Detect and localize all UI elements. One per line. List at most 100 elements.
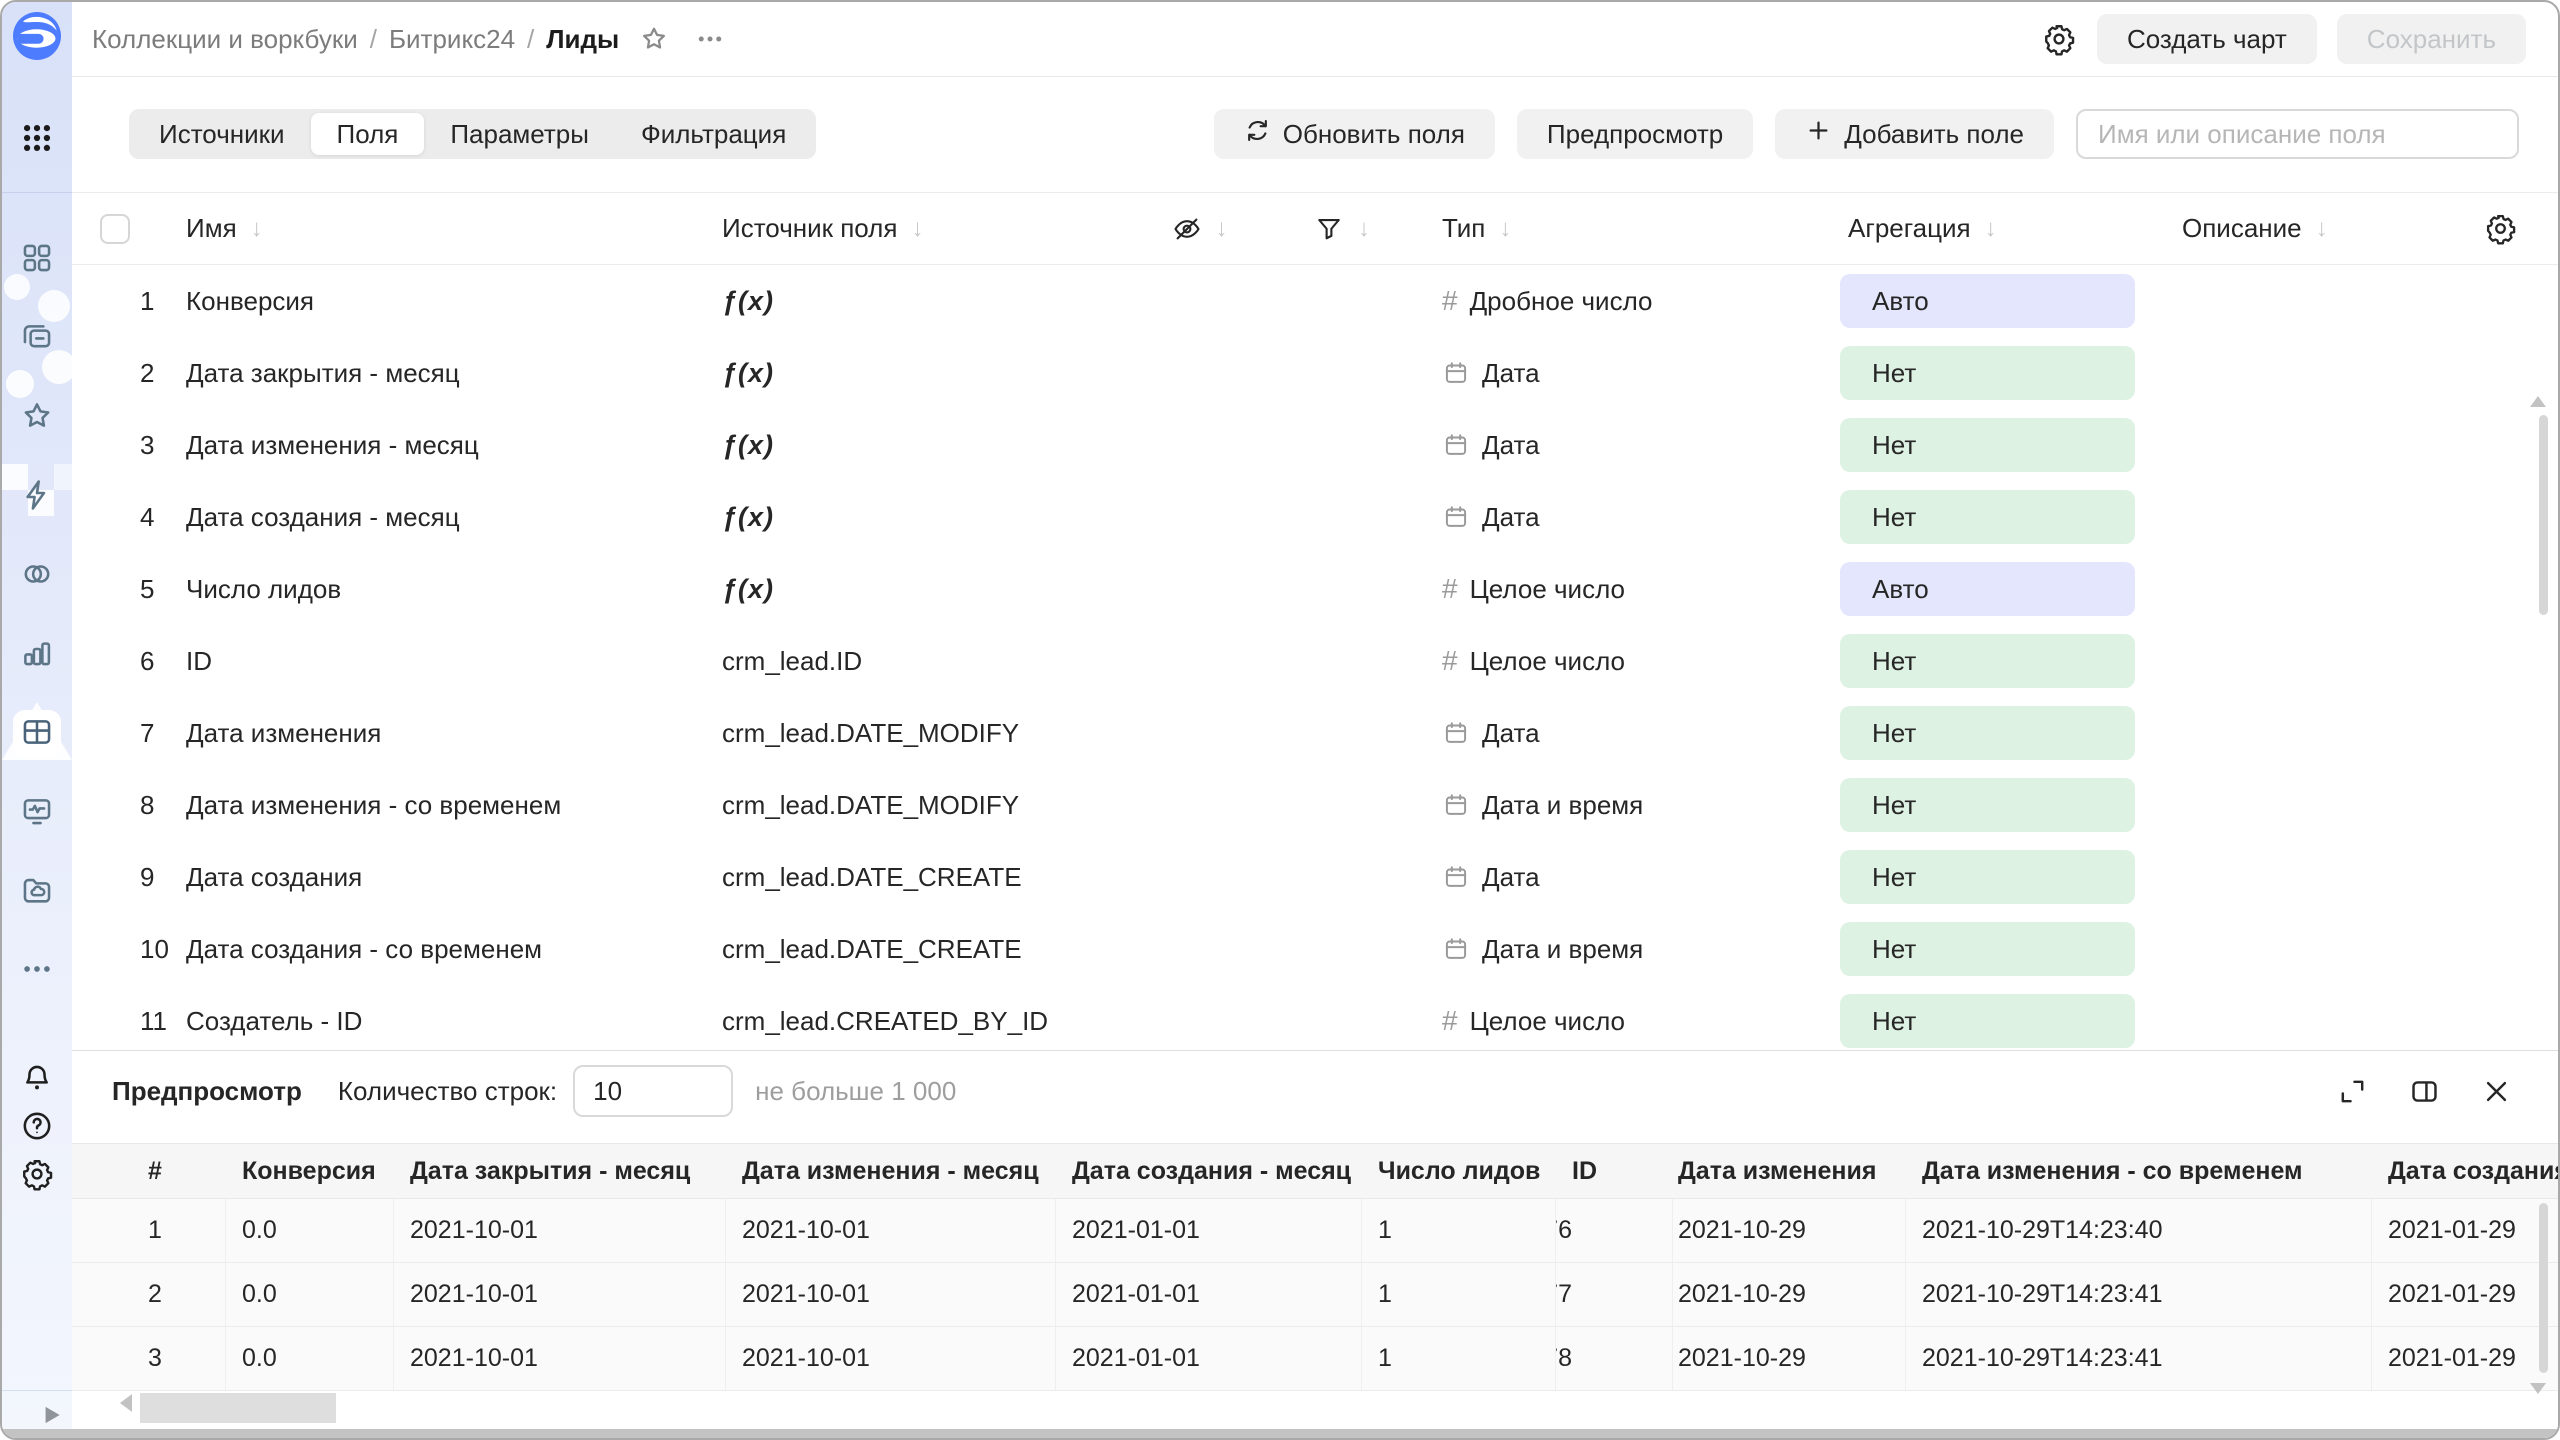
breadcrumb-collections[interactable]: Коллекции и воркбуки xyxy=(92,24,358,55)
column-header-type[interactable]: Тип↓ xyxy=(1437,213,1832,244)
sidebar-item-dashboards[interactable] xyxy=(13,789,61,837)
preview-column-header: ID xyxy=(1556,1157,1662,1186)
apps-grid-icon[interactable] xyxy=(20,121,54,155)
sidebar-item-connections[interactable] xyxy=(13,473,61,521)
field-type: Целое число xyxy=(1437,1005,1832,1037)
row-number: 3 xyxy=(136,430,186,461)
favorite-star-icon[interactable] xyxy=(639,24,669,54)
aggregation-select[interactable]: Нет xyxy=(1840,778,2135,832)
preview-cell: 4377 xyxy=(1556,1263,1673,1326)
column-header-name[interactable]: Имя↓ xyxy=(186,213,702,244)
preview-cell: 4376 xyxy=(1556,1199,1673,1262)
preview-column-header: Число лидов xyxy=(1362,1157,1556,1186)
sidebar-item-collections[interactable] xyxy=(13,236,61,284)
aggregation-select[interactable]: Авто xyxy=(1840,562,2135,616)
breadcrumb: Коллекции и воркбуки / Битрикс24 / Лиды xyxy=(92,24,619,55)
aggregation-select[interactable]: Нет xyxy=(1840,922,2135,976)
sidebar-item-charts[interactable] xyxy=(13,631,61,679)
column-header-filter[interactable]: ↓ xyxy=(1247,214,1437,244)
preview-cell: 2021-10-01 xyxy=(726,1327,1056,1390)
field-source xyxy=(702,286,1152,317)
sidebar-item-relations[interactable] xyxy=(13,552,61,600)
sidebar-item-datasets[interactable] xyxy=(13,710,61,758)
close-preview-button[interactable] xyxy=(2478,1073,2514,1109)
field-type: Целое число xyxy=(1437,645,1832,677)
scroll-up-arrow[interactable] xyxy=(2530,396,2546,407)
field-row[interactable]: 4 Дата создания - месяц Дата xyxy=(72,481,2558,553)
fields-vertical-scrollbar[interactable] xyxy=(2539,415,2548,615)
column-header-description[interactable]: Описание↓ xyxy=(2142,213,2442,244)
column-header-source[interactable]: Источник поля↓ xyxy=(702,213,1152,244)
more-actions-icon[interactable] xyxy=(695,24,725,54)
tab-fields[interactable]: Поля xyxy=(311,113,425,155)
aggregation-select[interactable]: Нет xyxy=(1840,994,2135,1048)
sidebar-item-more[interactable] xyxy=(13,947,61,995)
sidebar-item-storage[interactable] xyxy=(13,868,61,916)
sidebar-item-workbooks[interactable] xyxy=(13,315,61,363)
field-row[interactable]: 9 Дата создания crm_lead.DATE_CREATE Дат… xyxy=(72,841,2558,913)
row-count-input[interactable] xyxy=(573,1065,733,1117)
scroll-down-arrow[interactable] xyxy=(2530,1383,2546,1394)
aggregation-select[interactable]: Нет xyxy=(1840,346,2135,400)
field-row[interactable]: 1 Конверсия Дробное число xyxy=(72,265,2558,337)
split-view-button[interactable] xyxy=(2406,1073,2442,1109)
field-row[interactable]: 5 Число лидов Целое число xyxy=(72,553,2558,625)
help-button[interactable] xyxy=(13,1106,61,1150)
dataset-settings-button[interactable] xyxy=(2041,21,2077,57)
datalens-logo[interactable] xyxy=(13,12,61,60)
preview-vertical-scrollbar[interactable] xyxy=(2539,1203,2548,1373)
sidebar-item-favorites[interactable] xyxy=(13,394,61,442)
field-source: crm_lead.DATE_CREATE xyxy=(702,934,1152,965)
field-row[interactable]: 3 Дата изменения - месяц Дата xyxy=(72,409,2558,481)
topbar: Коллекции и воркбуки / Битрикс24 / Лиды … xyxy=(72,2,2558,77)
tab-sources[interactable]: Источники xyxy=(133,113,311,155)
preview-toggle-button[interactable]: Предпросмотр xyxy=(1517,109,1753,159)
settings-button[interactable] xyxy=(13,1154,61,1198)
breadcrumb-workbook[interactable]: Битрикс24 xyxy=(389,24,515,55)
aggregation-select[interactable]: Нет xyxy=(1840,634,2135,688)
field-row[interactable]: 7 Дата изменения crm_lead.DATE_MODIFY Да… xyxy=(72,697,2558,769)
date-type-icon xyxy=(1442,503,1470,531)
field-row[interactable]: 11 Создатель - ID crm_lead.CREATED_BY_ID… xyxy=(72,985,2558,1050)
field-row[interactable]: 8 Дата изменения - со временем crm_lead.… xyxy=(72,769,2558,841)
add-field-button[interactable]: Добавить поле xyxy=(1775,109,2054,159)
field-row[interactable]: 2 Дата закрытия - месяц Дата xyxy=(72,337,2558,409)
table-settings-button[interactable] xyxy=(2442,212,2558,245)
eye-off-icon xyxy=(1172,214,1202,244)
expand-preview-button[interactable] xyxy=(2334,1073,2370,1109)
create-chart-button[interactable]: Создать чарт xyxy=(2097,14,2317,64)
tab-parameters[interactable]: Параметры xyxy=(424,113,615,155)
aggregation-select[interactable]: Нет xyxy=(1840,706,2135,760)
field-row[interactable]: 10 Дата создания - со временем crm_lead.… xyxy=(72,913,2558,985)
sort-icon: ↓ xyxy=(1216,215,1228,243)
refresh-fields-button[interactable]: Обновить поля xyxy=(1214,109,1495,159)
field-name: Дата закрытия - месяц xyxy=(186,358,702,389)
tab-filtering[interactable]: Фильтрация xyxy=(615,113,812,155)
aggregation-select[interactable]: Нет xyxy=(1840,850,2135,904)
column-header-aggregation[interactable]: Агрегация↓ xyxy=(1832,213,2142,244)
save-button[interactable]: Сохранить xyxy=(2337,14,2526,64)
aggregation-select[interactable]: Авто xyxy=(1840,274,2135,328)
aggregation-select[interactable]: Нет xyxy=(1840,418,2135,472)
column-header-hidden[interactable]: ↓ xyxy=(1152,214,1247,244)
fields-table-header: Имя↓ Источник поля↓ ↓ ↓ Тип↓ Агрегация↓ … xyxy=(72,193,2558,265)
field-type: Дата xyxy=(1437,502,1832,533)
field-source: crm_lead.CREATED_BY_ID xyxy=(702,1006,1152,1037)
topbar-actions: Создать чарт Сохранить xyxy=(2041,14,2526,64)
sidebar-collapse-button[interactable] xyxy=(38,1402,64,1428)
bar-chart-icon xyxy=(20,636,54,675)
refresh-icon xyxy=(1244,117,1271,151)
date-type-icon xyxy=(1442,431,1470,459)
breadcrumb-separator: / xyxy=(370,24,377,55)
field-row[interactable]: 6 ID crm_lead.ID Целое число xyxy=(72,625,2558,697)
field-search-input[interactable] xyxy=(2076,109,2519,159)
funnel-icon xyxy=(1314,214,1344,244)
select-all-checkbox[interactable] xyxy=(100,214,130,244)
sidebar-footer-divider xyxy=(2,1390,72,1391)
preview-horizontal-scrollbar[interactable] xyxy=(140,1393,336,1423)
aggregation-select[interactable]: Нет xyxy=(1840,490,2135,544)
table-grid-icon xyxy=(20,715,54,754)
scroll-left-arrow[interactable] xyxy=(120,1394,132,1412)
notifications-button[interactable] xyxy=(13,1058,61,1102)
field-source: crm_lead.DATE_MODIFY xyxy=(702,790,1152,821)
